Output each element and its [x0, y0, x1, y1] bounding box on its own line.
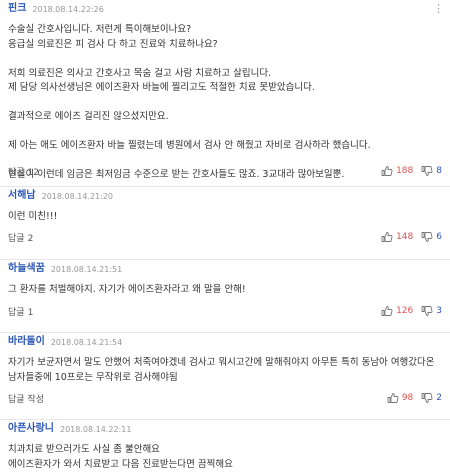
- thumb-up-icon: [387, 392, 399, 404]
- thumb-down-icon: [421, 165, 433, 177]
- comment-footer: 답글1 126 3: [8, 304, 442, 318]
- reply-button[interactable]: 답글12: [8, 165, 39, 178]
- comment-author[interactable]: 바라돌이: [8, 332, 45, 347]
- reply-label: 답글: [8, 234, 25, 244]
- like-count: 188: [396, 166, 413, 176]
- comment-line: 이런 미친!!!: [8, 210, 442, 225]
- like-count: 98: [402, 393, 413, 403]
- like-button[interactable]: 148: [381, 231, 413, 243]
- comment-body: 이런 미친!!!: [8, 210, 442, 225]
- comment-line: 결과적으로 에이즈 걸리진 않으셨지만요.: [8, 110, 442, 125]
- reply-button[interactable]: 답글 작성: [8, 392, 44, 405]
- comment-date: 2018.08.14.21:54: [51, 338, 122, 347]
- vote-controls: 98 2: [379, 392, 442, 404]
- vote-controls: 188 8: [373, 165, 442, 177]
- comment-footer: 답글12 188 8: [8, 164, 442, 178]
- comment-body: 수술실 간호사입니다. 저런게 특이해보이나요? 응급실 의료진은 피 검사 다…: [8, 23, 442, 183]
- thumb-down-icon: [421, 305, 433, 317]
- comment-footer: 답글2 148 6: [8, 230, 442, 244]
- comment-item: 핀크 2018.08.14.22:26 ⋮ 수술실 간호사입니다. 저런게 특이…: [0, 0, 450, 187]
- comment-date: 2018.08.14.21:20: [42, 192, 113, 201]
- comment-date: 2018.08.14.21:51: [51, 265, 122, 274]
- like-button[interactable]: 98: [387, 392, 413, 404]
- comment-line: 에이즈환자가 와서 치료받고 다음 진료받는다면 끔찍해요: [8, 458, 442, 472]
- comment-item: 바라돌이 2018.08.14.21:54 자기가 보균자면서 말도 안했어 처…: [0, 333, 450, 420]
- comment-header: 아픈사랑니 2018.08.14.22:11: [8, 420, 442, 434]
- comment-line: 응급실 의료진은 피 검사 다 하고 진료와 치료하나요?: [8, 38, 442, 53]
- comment-body: 자기가 보균자면서 말도 안했어 처죽여야겠네 검사고 뭐시고간에 말해줘야지 …: [8, 356, 442, 385]
- comment-line-gap: [8, 125, 442, 140]
- comment-date: 2018.08.14.22:26: [32, 5, 103, 14]
- reply-label: 답글: [8, 308, 25, 318]
- comment-item: 하늘색꿈 2018.08.14.21:51 그 환자를 처벌해야지. 자기가 에…: [0, 260, 450, 333]
- comment-line: 저희 의료진은 의사고 간호사고 목숨 걸고 사람 치료하고 살립니다.: [8, 67, 442, 82]
- thumb-down-icon: [421, 231, 433, 243]
- comment-author[interactable]: 아픈사랑니: [8, 419, 54, 434]
- dislike-count: 3: [436, 306, 442, 316]
- comment-author[interactable]: 서해남: [8, 186, 36, 201]
- like-button[interactable]: 188: [381, 165, 413, 177]
- dislike-count: 2: [436, 393, 442, 403]
- dislike-button[interactable]: 2: [421, 392, 442, 404]
- dislike-button[interactable]: 6: [421, 231, 442, 243]
- reply-button[interactable]: 답글2: [8, 231, 33, 244]
- comment-body: 그 환자를 처벌해야지. 자기가 에이즈환자라고 왜 말을 안해!: [8, 283, 442, 298]
- comment-list: 핀크 2018.08.14.22:26 ⋮ 수술실 간호사입니다. 저런게 특이…: [0, 0, 450, 469]
- like-count: 148: [396, 232, 413, 242]
- comment-line: 제 아는 애도 에이즈환자 바늘 찔렸는데 병원에서 검사 안 해줬고 자비로 …: [8, 139, 442, 154]
- comment-header: 핀크 2018.08.14.22:26: [8, 0, 442, 14]
- comment-footer: 답글 작성 98 2: [8, 391, 442, 405]
- vote-controls: 148 6: [373, 231, 442, 243]
- dislike-button[interactable]: 8: [421, 165, 442, 177]
- comment-item: 아픈사랑니 2018.08.14.22:11 치과치료 받으러가도 사실 좀 불…: [0, 420, 450, 469]
- comment-author[interactable]: 핀크: [8, 0, 26, 14]
- comment-body: 치과치료 받으러가도 사실 좀 불안해요 에이즈환자가 와서 치료받고 다음 진…: [8, 443, 442, 472]
- comment-line-gap: [8, 96, 442, 111]
- dislike-count: 8: [436, 166, 442, 176]
- thumb-up-icon: [381, 231, 393, 243]
- dislike-count: 6: [436, 232, 442, 242]
- comment-author[interactable]: 하늘색꿈: [8, 259, 45, 274]
- comment-header: 바라돌이 2018.08.14.21:54: [8, 333, 442, 347]
- comment-date: 2018.08.14.22:11: [60, 425, 131, 434]
- comment-line: 남자들중에 10프로는 무작위로 검사해야됨: [8, 371, 442, 386]
- comment-item: 서해남 2018.08.14.21:20 이런 미친!!! 답글2 148 6: [0, 187, 450, 260]
- like-button[interactable]: 126: [381, 305, 413, 317]
- comment-line-gap: [8, 52, 442, 67]
- comment-line: 그 환자를 처벌해야지. 자기가 에이즈환자라고 왜 말을 안해!: [8, 283, 442, 298]
- vote-controls: 126 3: [373, 305, 442, 317]
- more-options-icon[interactable]: ⋮: [433, 3, 444, 14]
- comment-line: 자기가 보균자면서 말도 안했어 처죽여야겠네 검사고 뭐시고간에 말해줘야지 …: [8, 356, 442, 371]
- dislike-button[interactable]: 3: [421, 305, 442, 317]
- reply-count: 12: [28, 168, 39, 178]
- comment-header: 하늘색꿈 2018.08.14.21:51: [8, 260, 442, 274]
- reply-count: 2: [28, 234, 34, 244]
- reply-count: 1: [28, 308, 34, 318]
- like-count: 126: [396, 306, 413, 316]
- comment-header: 서해남 2018.08.14.21:20: [8, 187, 442, 201]
- thumb-down-icon: [421, 392, 433, 404]
- thumb-up-icon: [381, 305, 393, 317]
- comment-line: 치과치료 받으러가도 사실 좀 불안해요: [8, 443, 442, 458]
- reply-label: 답글: [8, 168, 25, 178]
- comment-line: 제 담당 의사선생님은 에이즈환자 바늘에 찔리고도 적절한 치료 못받았습니다…: [8, 81, 442, 96]
- thumb-up-icon: [381, 165, 393, 177]
- reply-button[interactable]: 답글1: [8, 305, 33, 318]
- comment-line: 수술실 간호사입니다. 저런게 특이해보이나요?: [8, 23, 442, 38]
